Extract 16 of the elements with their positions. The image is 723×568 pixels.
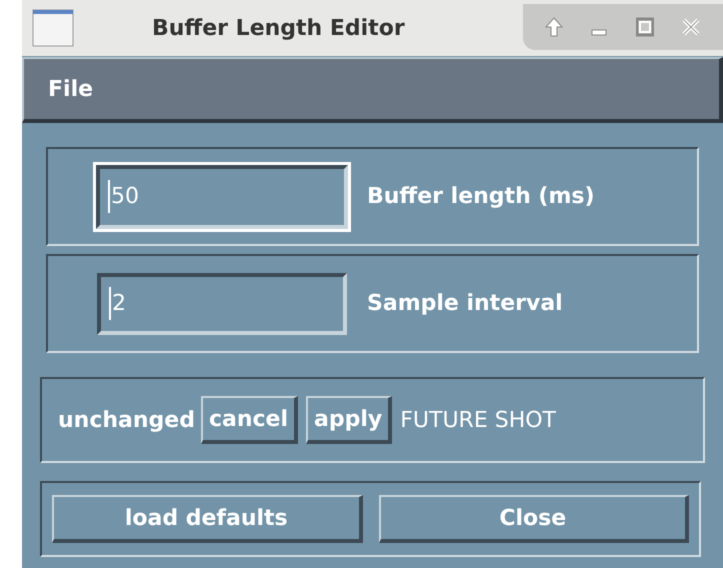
window-title: Buffer Length Editor: [152, 14, 405, 42]
window-icon: [32, 9, 74, 47]
dialog-button[interactable]: Close: [378, 495, 689, 543]
maximize-icon[interactable]: [636, 17, 654, 37]
status-label: unchanged: [58, 406, 195, 434]
note-label: FUTURE SHOT: [400, 406, 556, 434]
field-label: Buffer length (ms): [367, 183, 595, 211]
input-field[interactable]: 50: [93, 162, 351, 232]
input-field[interactable]: 2: [97, 272, 347, 334]
dialog-button[interactable]: load defaults: [52, 495, 362, 543]
close-icon[interactable]: [681, 17, 702, 37]
menu-item[interactable]: File: [48, 72, 94, 106]
field-label: Sample interval: [367, 290, 563, 318]
action-button[interactable]: cancel: [200, 396, 298, 444]
up-arrow-icon[interactable]: [544, 17, 563, 37]
action-button[interactable]: apply: [306, 396, 392, 444]
